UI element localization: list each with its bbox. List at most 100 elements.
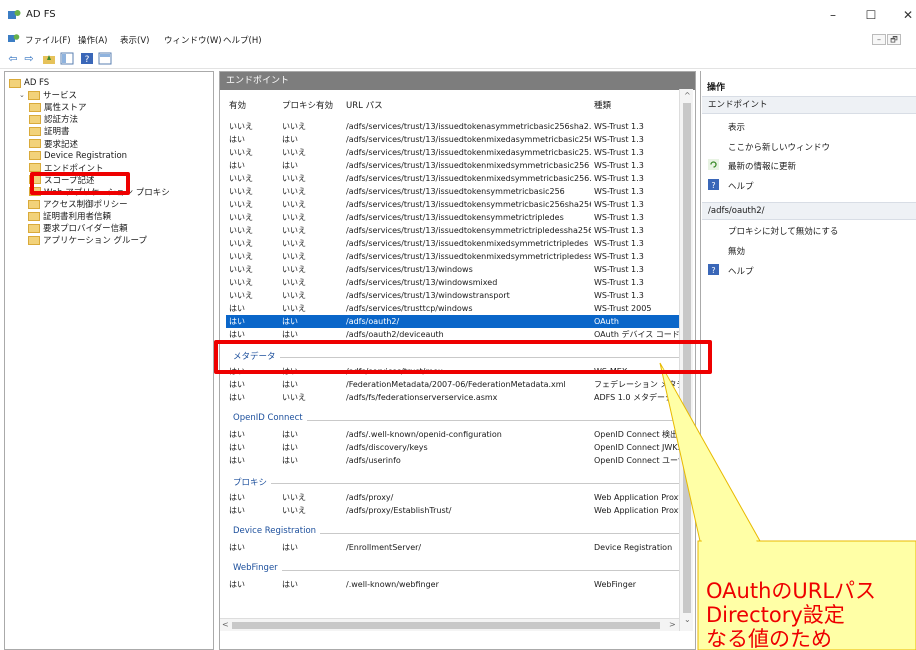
actions-section-selected[interactable]: /adfs/oauth2/ [702,202,916,220]
cell-type: WS-Trust 1.3 [594,252,644,261]
cell-enabled: いいえ [229,226,253,235]
action-help[interactable]: ヘルプ [728,180,754,192]
horizontal-scroll-thumb[interactable] [232,622,660,629]
mdi-minimize-button[interactable]: – [872,34,886,45]
endpoint-row[interactable]: はい いいえ/adfs/services/trusttcp/windows WS-T… [226,302,688,315]
console-tree-icon[interactable] [60,52,74,65]
cell-type: OpenID Connect 検出 [594,430,679,439]
properties-icon[interactable] [98,52,112,65]
scroll-up-icon[interactable]: ^ [684,91,691,100]
endpoint-row[interactable]: いいえ いいえ/adfs/services/trust/13/issuedtoke… [226,237,688,250]
endpoint-row[interactable]: はい はい/adfs/.well-known/openid-configurati… [226,428,688,441]
svg-text:?: ? [711,181,715,190]
mdi-restore-button[interactable]: 🗗 [887,34,901,45]
horizontal-scrollbar[interactable]: < > [220,618,679,631]
folder-icon [29,151,41,161]
endpoint-row[interactable]: はい はい/EnrollmentServer/Device Registratio… [226,541,688,554]
callout-line-2: Directory設定 [706,603,845,627]
group-header: プロキシ [226,475,688,489]
cell-proxy-enabled: はい [282,580,298,589]
cell-url-path: /adfs/discovery/keys [346,443,428,452]
tree-item[interactable]: アプリケーション グループ [19,233,147,247]
pane-header: エンドポイント [220,72,695,90]
forward-icon[interactable]: ⇨ [22,52,36,65]
maximize-button[interactable]: ☐ [856,6,886,24]
endpoint-row[interactable]: いいえ いいえ/adfs/services/trust/13/windows WS-… [226,263,688,276]
endpoint-row[interactable]: いいえ いいえ/adfs/services/trust/13/windowsmix… [226,276,688,289]
endpoint-row[interactable]: いいえ いいえ/adfs/services/trust/13/issuedtoke… [226,224,688,237]
column-enabled[interactable]: 有効 [229,99,246,111]
help-icon[interactable]: ? [80,52,94,65]
cell-type: フェデレーション メタデータ [594,380,689,389]
actions-title: 操作 [707,83,726,93]
endpoint-row[interactable]: はい はい/adfs/oauth2/OAuth [226,315,688,328]
endpoint-row[interactable]: いいえ いいえ/adfs/services/trust/13/windowstra… [226,289,688,302]
action-disable[interactable]: 無効 [728,245,745,257]
cell-type: WS-Trust 1.3 [594,226,644,235]
cell-enabled: いいえ [229,265,253,274]
action-disable-proxy[interactable]: プロキシに対して無効にする [728,225,838,237]
expand-caret-icon[interactable]: ⌄ [19,91,28,99]
endpoint-row[interactable]: はい いいえ/adfs/proxy/Web Application Proxy [226,491,688,504]
scroll-down-icon[interactable]: ⌄ [684,615,691,624]
group-title: プロキシ [233,476,272,488]
endpoint-row[interactable]: はい はい /.well-known/webfinger WebFinger [226,578,688,591]
cell-url-path: /EnrollmentServer/ [346,543,422,552]
cell-proxy-enabled: はい [282,135,298,144]
cell-type: WS-Trust 1.3 [594,187,644,196]
cell-proxy-enabled: いいえ [282,148,306,157]
cell-url-path: /adfs/services/trust/13/issuedtokenmixed… [346,174,591,183]
cell-enabled: はい [229,304,245,313]
endpoint-row[interactable]: はい はい/adfs/discovery/keys OpenID Connect J… [226,441,688,454]
scroll-right-icon[interactable]: > [669,620,676,629]
endpoint-row[interactable]: はい はい/adfs/services/trust/13/issuedtokenm… [226,133,688,146]
cell-type: Web Application Proxy [594,506,684,515]
help-icon: ? [708,264,719,275]
column-type[interactable]: 種類 [594,99,611,111]
up-folder-icon[interactable] [42,52,56,65]
menu-window[interactable]: ウィンドウ(W) [164,34,222,46]
menu-action[interactable]: 操作(A) [78,34,107,46]
endpoint-row[interactable]: はい はい/FederationMetadata/2007-06/Federati… [226,378,689,391]
actions-section-endpoint[interactable]: エンドポイント [702,96,916,114]
cell-url-path: /adfs/services/trust/13/issuedtokenmixed… [346,161,590,170]
folder-icon [29,163,41,173]
cell-proxy-enabled: はい [282,543,298,552]
column-url-path[interactable]: URL パス [346,99,383,111]
menu-help[interactable]: ヘルプ(H) [223,34,262,46]
cell-proxy-enabled: いいえ [282,506,306,515]
action-help-selected[interactable]: ヘルプ [728,265,754,277]
endpoint-row[interactable]: いいえ いいえ/adfs/services/trust/13/issuedtoke… [226,172,688,185]
action-view[interactable]: 表示 [728,121,745,133]
highlight-endpoint-node [30,172,130,195]
cell-type: WebFinger [594,580,637,589]
close-button[interactable]: ✕ [893,6,916,24]
endpoint-row[interactable]: はい はい/adfs/services/trust/13/issuedtokenm… [226,159,688,172]
cell-url-path: /adfs/services/trust/13/windowsmixed [346,278,498,287]
cell-type: WS-Trust 1.3 [594,278,644,287]
cell-url-path: /adfs/services/trust/13/issuedtokensymme… [346,226,591,235]
endpoint-row[interactable]: いいえ いいえ/adfs/services/trust/13/issuedtoke… [226,211,688,224]
action-refresh[interactable]: 最新の情報に更新 [728,160,796,172]
column-proxy-enabled[interactable]: プロキシ有効 [282,99,333,111]
endpoint-row[interactable]: はい いいえ/adfs/proxy/EstablishTrust/Web Appl… [226,504,688,517]
endpoint-row[interactable]: はい はい/adfs/userinfo OpenID Connect ユーザー情報 [226,454,689,467]
endpoint-row[interactable]: いいえ いいえ/adfs/services/trust/13/issuedtoke… [226,250,688,263]
toolbar: ⇦ ⇨ ? [0,49,916,69]
back-icon[interactable]: ⇦ [6,52,20,65]
cell-type: WS-Trust 1.3 [594,148,644,157]
cell-type: WS-Trust 2005 [594,304,652,313]
endpoint-row[interactable]: いいえ いいえ/adfs/services/trust/13/issuedtoke… [226,185,688,198]
minimize-button[interactable]: – [818,6,848,24]
scroll-left-icon[interactable]: < [222,620,229,629]
endpoint-row[interactable]: いいえ いいえ/adfs/services/trust/13/issuedtoke… [226,120,688,133]
cell-enabled: いいえ [229,278,253,287]
action-new-window[interactable]: ここから新しいウィンドウ [728,141,830,153]
cell-url-path: /adfs/services/trust/13/issuedtokenmixed… [346,148,591,157]
endpoint-row[interactable]: はい いいえ/adfs/fs/federationserverservice.as… [226,391,688,404]
endpoint-row[interactable]: いいえ いいえ/adfs/services/trust/13/issuedtoke… [226,146,688,159]
cell-type: OpenID Connect JWKS [594,443,683,452]
menu-view[interactable]: 表示(V) [120,34,149,46]
endpoint-row[interactable]: いいえ いいえ/adfs/services/trust/13/issuedtoke… [226,198,688,211]
menu-file[interactable]: ファイル(F) [25,34,71,46]
